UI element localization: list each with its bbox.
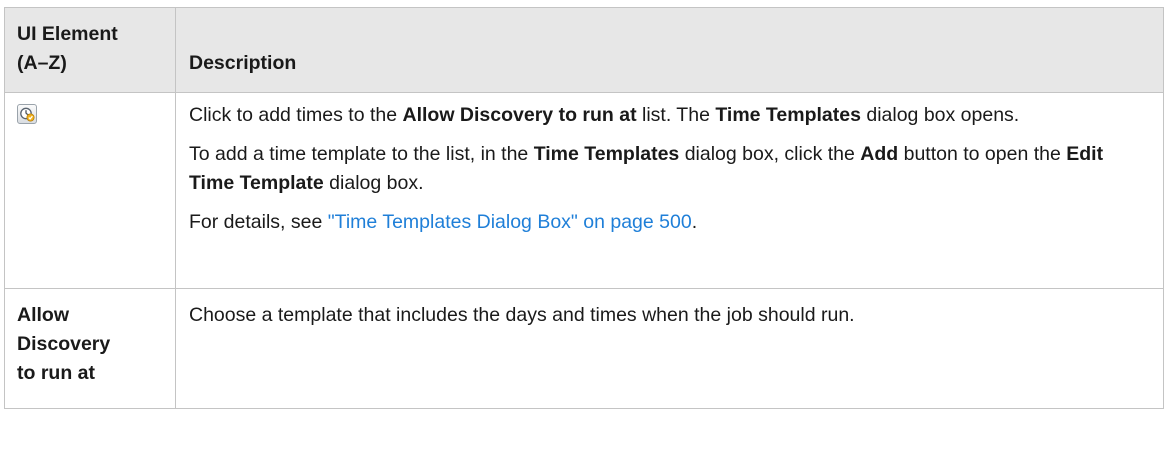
ui-element-header-line1: UI Element <box>17 23 118 45</box>
text-segment: For details, see <box>189 211 328 233</box>
text-segment: dialog box. <box>323 172 424 194</box>
table-row: Allow Discovery to run at Choose a templat… <box>4 288 1164 409</box>
bold-term: Add <box>860 143 899 165</box>
description-column-header: Description <box>175 7 1164 93</box>
text-segment: To add a time template to the list, in t… <box>189 143 534 165</box>
ui-element-header-line2: (A–Z) <box>17 52 67 74</box>
table-row: Click to add times to the Allow Discover… <box>4 92 1164 289</box>
ui-element-cell <box>4 92 176 289</box>
bold-term: Time Templates <box>533 143 680 165</box>
text-segment: dialog box, click the <box>679 143 861 165</box>
ui-elements-table: UI Element (A–Z) Description Click to add… <box>4 7 1164 409</box>
add-time-clock-icon <box>17 104 37 124</box>
text-segment: Click to add times to the <box>189 104 403 126</box>
text-segment: dialog box opens. <box>860 104 1020 126</box>
table-header-row: UI Element (A–Z) Description <box>4 7 1164 93</box>
description-paragraph: Click to add times to the Allow Discover… <box>189 101 1151 130</box>
description-paragraph: To add a time template to the list, in t… <box>189 140 1151 198</box>
ui-element-name-line3: to run at <box>17 362 95 384</box>
description-paragraph: Choose a template that includes the days… <box>189 304 855 326</box>
description-cell: Choose a template that includes the days… <box>175 288 1164 409</box>
description-paragraph: For details, see "Time Templates Dialog … <box>189 208 1151 237</box>
time-templates-dialog-link[interactable]: "Time Templates Dialog Box" on page 500 <box>328 211 692 233</box>
text-segment: list. The <box>636 104 716 126</box>
ui-element-name-line1: Allow <box>17 304 69 326</box>
text-segment: . <box>691 211 698 233</box>
ui-element-column-header: UI Element (A–Z) <box>4 7 176 93</box>
ui-element-name-line2: Discovery <box>17 333 111 355</box>
description-cell: Click to add times to the Allow Discover… <box>175 92 1164 289</box>
text-segment: button to open the <box>898 143 1067 165</box>
bold-term: Allow Discovery to run at <box>402 104 637 126</box>
bold-term: Time Templates <box>715 104 861 126</box>
ui-element-cell: Allow Discovery to run at <box>4 288 176 409</box>
